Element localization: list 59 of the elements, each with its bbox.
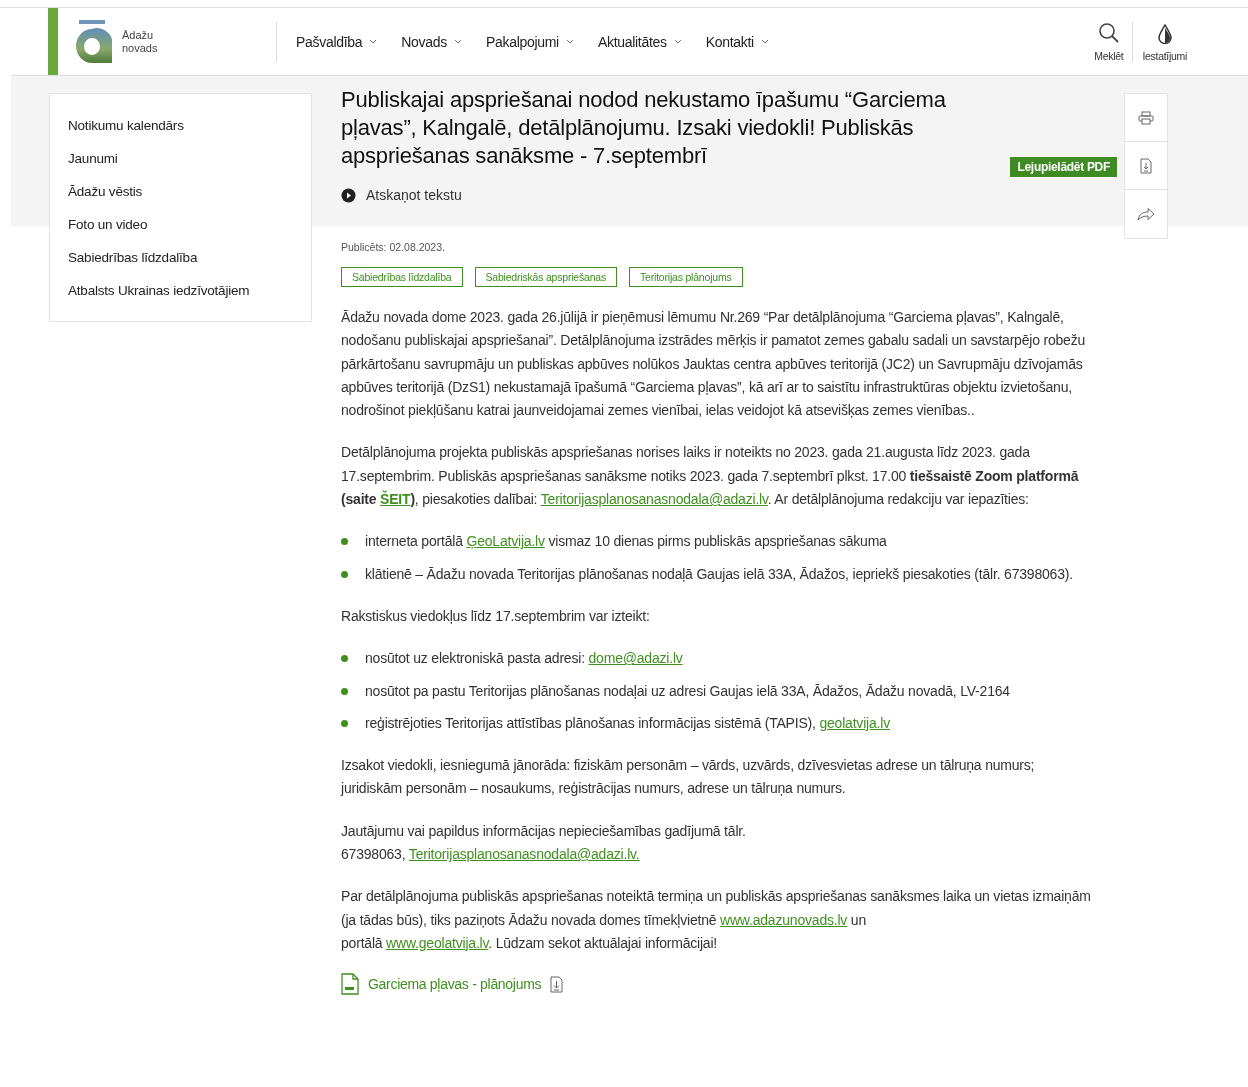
nav-menu-item[interactable]: Pašvaldība — [296, 33, 378, 50]
settings-button[interactable]: Iestatījumi — [1139, 21, 1190, 62]
caret-icon — [453, 39, 462, 44]
body-paragraph: Izsakot viedokli, iesniegumā jānorāda: fiziskām personām – vārds, uzvārds, dzīvesvietas adrese un tālruņa numurs; juridiskām personām – nosaukums, reģistrācijas numurs, adrese un tālruņa numurs. — [341, 756, 1036, 799]
document-download-icon — [1140, 157, 1152, 174]
nav-menu-item[interactable]: Pakalpojumi — [485, 33, 574, 50]
nav-menu-item[interactable]: Kontakti — [705, 33, 769, 50]
list-item-text: nosūtot pa pastu Teritorijas plānošanas nodaļai uz adresi Gaujas ielā 33A, Ādažos, Ādažu novadā, LV-2164 — [365, 681, 1010, 701]
attachment-link[interactable]: Garciema pļavas - plānojums — [368, 976, 542, 993]
play-text-button[interactable]: Atskaņot tekstu — [341, 187, 462, 203]
text-link[interactable]: ŠEIT — [380, 491, 411, 508]
sidebar-link[interactable]: Notikumu kalendārs — [68, 116, 293, 136]
text-link[interactable]: Teritorijasplanosanasnodala@adazi.lv — [540, 491, 768, 508]
article-title: Publiskajai apspriešanai nodod nekustamo īpašumu “Garciema pļavas”, Kalngalē, detālplānojumu. Izsaki viedokli! Publiskās apspriešanas sanāksme - 7.septembrī — [341, 86, 947, 170]
list-item-text: reģistrējoties Teritorijas attīstības plānošanas informācijas sistēmā (TAPIS), geolatvija.lv — [365, 713, 890, 733]
download-icon[interactable] — [550, 975, 564, 993]
accent-bar — [48, 8, 58, 75]
tag-link[interactable]: Sabiedrības līdzdalība — [341, 267, 463, 287]
sidebar-link[interactable]: Sabiedrības līdzdalība — [68, 248, 293, 268]
text-link[interactable]: ĢeoLatvija.lv — [466, 533, 545, 550]
bullet-icon — [341, 538, 348, 546]
caret-icon — [369, 39, 378, 44]
search-icon — [1097, 21, 1120, 44]
printer-icon — [1138, 110, 1154, 125]
text-link[interactable]: Teritorijasplanosanasnodala@adazi.lv. — [408, 846, 640, 863]
sidebar-link[interactable]: Jaunumi — [68, 149, 293, 169]
list-item-text: nosūtot uz elektroniskā pasta adresi: dome@adazi.lv — [365, 649, 683, 669]
play-icon — [341, 187, 356, 203]
list-item-text: interneta portālā ĢeoLatvija.lv vismaz 10 dienas pirms publiskās apspriešanas sākuma — [365, 532, 887, 552]
bullet-icon — [341, 655, 348, 663]
caret-icon — [565, 39, 574, 44]
droplet-icon — [1157, 23, 1172, 44]
share-icon — [1137, 207, 1155, 221]
caret-icon — [760, 39, 769, 44]
sidebar-link[interactable]: Atbalsts Ukrainas iedzīvotājiem — [68, 281, 293, 301]
body-paragraph: Rakstiskus viedokļus līdz 17.septembrim var izteikt: — [341, 606, 651, 626]
logo-text: Ādažu novads — [122, 28, 158, 55]
text-link[interactable]: dome@adazi.lv — [588, 650, 683, 667]
sidebar-link[interactable]: Ādažu vēstis — [68, 182, 293, 202]
bullet-icon — [341, 719, 348, 727]
tag-link[interactable]: Sabiedriskās apspriešanas — [474, 267, 617, 287]
pdf-file-icon — [341, 973, 359, 996]
body-paragraph: Par detālplānojuma publiskās apspriešanas noteiktā termiņa un publiskās apspriešanas sanāksmes laika un vietas izmaiņām (ja tādas būs), tiks paziņots Ādažu novada domes tīmekļvietnē www.adazunovads.lv un portālā www.geolatvija.lv. Lūdzam sekot aktuālajai informācijai! — [341, 887, 1092, 953]
tag-link[interactable]: Teritorijas plānojums — [629, 267, 743, 287]
body-paragraph: Jautājumu vai papildus informācijas nepieciešamības gadījumā tālr. 67398063, Teritorijasplanosanasnodala@adazi.lv. — [341, 821, 747, 865]
published-date: Publicēts: 02.08.2023. — [341, 241, 446, 253]
caret-icon — [673, 39, 682, 44]
nav-menu-item[interactable]: Novads — [401, 33, 462, 50]
body-paragraph: Ādažu novada dome 2023. gada 26.jūlijā ir pieņēmusi lēmumu Nr.269 “Par detālplānojuma “Garciema pļavas”, Kalngalē, nodošanu publiskajai apspriešanai”. Detālplānojuma izstrādes mērķis ir pamatot zemes gabalu sadali un savstarpējo robežu pārkārtošanu savrupmāju un publiskas apbūves nolūkos Jauktas centra apbūves teritorijā (JC2) un Savrupmāju dzīvojamās apbūves teritorijā (DzS1) nekustamajā īpašumā “Garciema pļavas”, kā arī ar to saistītu infrastruktūras objektu izvietošanu, nodrošinot piekļūšanu katrai jaunveidojamai zemes vienībai, ielas veidojot kā atsevišķas zemes vienības.. — [341, 308, 1087, 421]
text-link[interactable]: geolatvija.lv — [819, 714, 890, 731]
list-item-text: klātienē – Ādažu novada Teritorijas plānošanas nodaļā Gaujas ielā 33A, Ādažos, iepriekš piesakoties (tālr. 67398063). — [365, 564, 1073, 584]
body-paragraph: Detālplānojuma projekta publiskās apspriešanas norises laiks ir noteikts no 2023. gada 21.augusta līdz 2023. gada 17.septembrim. Publiskās apspriešanas sanāksme notiks 2023. gada 7.septembrī plkst. 17.00 tiešsaistē Zoom platformā (saite ŠEIT), piesakoties dalībai: Teritorijasplanosanasnodala@adazi.lv. Ar detālplānojuma redakciju var iepazīties: — [341, 443, 1080, 510]
bullet-icon — [341, 687, 348, 695]
sidebar-link[interactable]: Foto un video — [68, 215, 293, 235]
search-button[interactable]: Meklēt — [1091, 21, 1127, 62]
text-link[interactable]: www.adazunovads.lv — [720, 911, 848, 928]
nav-menu-item[interactable]: Aktualitātes — [597, 33, 682, 50]
download-pdf-tooltip: Lejupielādēt PDF — [1010, 157, 1117, 177]
bullet-icon — [341, 570, 348, 578]
